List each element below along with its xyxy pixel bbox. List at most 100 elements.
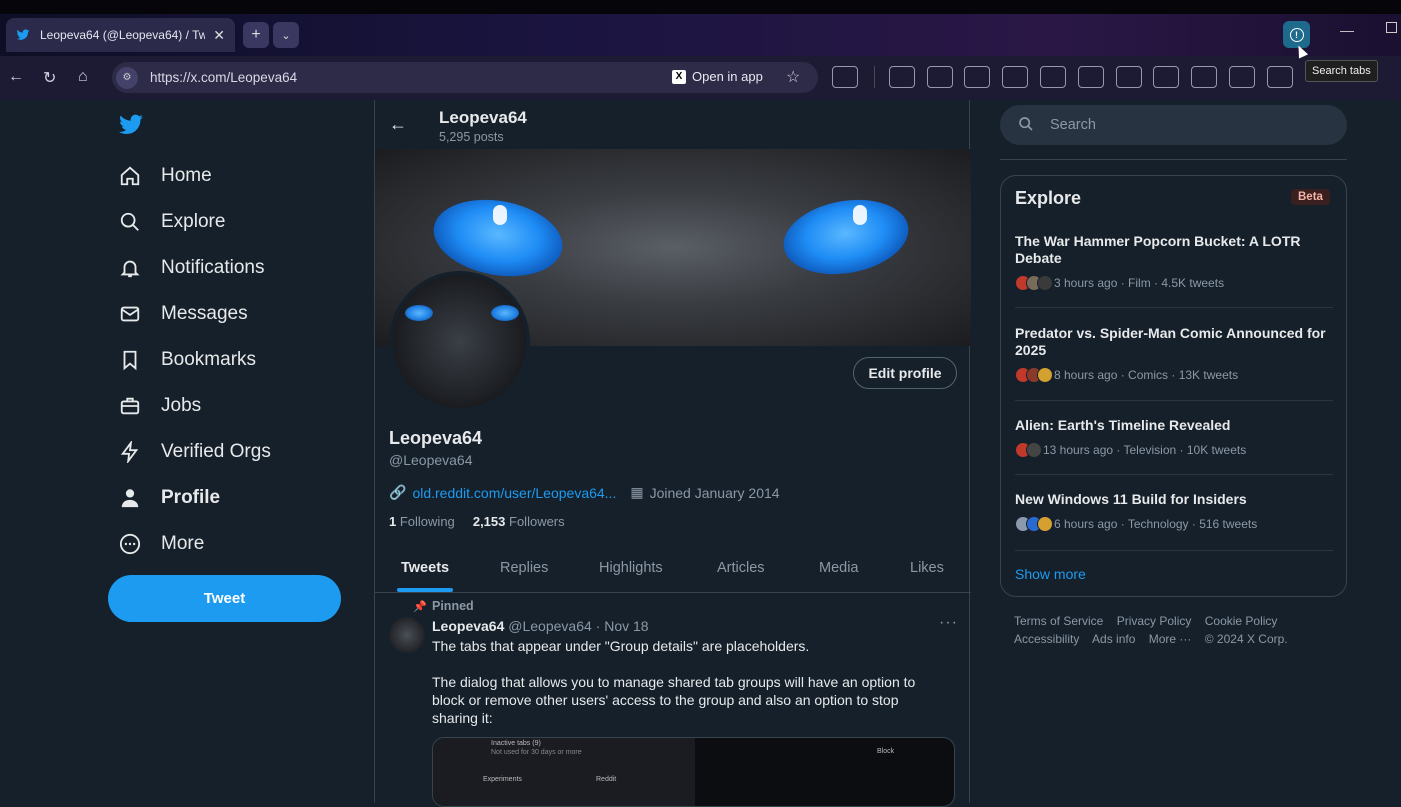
home-button-icon[interactable]: ⌂	[78, 68, 88, 86]
tab-close-icon[interactable]: ✕	[213, 27, 225, 44]
bell-icon	[118, 256, 142, 280]
browser-tab[interactable]: Leopeva64 (@Leopeva64) / Tw ✕	[6, 18, 235, 52]
extensions-icon[interactable]	[832, 66, 858, 88]
new-tab-button[interactable]: +	[243, 22, 269, 48]
tab-replies[interactable]: Replies	[500, 560, 548, 576]
trash-icon[interactable]	[1077, 66, 1104, 88]
trend-item[interactable]: The War Hammer Popcorn Bucket: A LOTR De…	[1015, 233, 1333, 291]
search-icon	[118, 210, 142, 234]
open-in-app-button[interactable]: X Open in app	[672, 69, 763, 84]
site-settings-icon[interactable]: ⚙	[116, 66, 138, 89]
search-input[interactable]	[1050, 117, 1310, 133]
twitter-logo-icon[interactable]	[116, 112, 146, 138]
trend-avatars	[1015, 367, 1053, 383]
tweet-header: Leopeva64 @Leopeva64 · Nov 18	[432, 618, 649, 634]
footer-link[interactable]: Ads info	[1092, 632, 1135, 646]
trend-avatars	[1015, 275, 1053, 291]
followers-count[interactable]: 2,153	[473, 514, 506, 529]
reading-list-icon[interactable]	[964, 66, 991, 88]
profile-avatar[interactable]	[389, 271, 530, 412]
favorite-star-icon[interactable]: ☆	[786, 67, 800, 87]
avatar-eye-left	[405, 305, 433, 321]
following-label[interactable]: Following	[400, 514, 455, 529]
sidebar-item-verified-orgs[interactable]: Verified Orgs	[118, 432, 271, 472]
tweet-line-1: The tabs that appear under "Group detail…	[432, 638, 810, 654]
favorites-icon[interactable]	[1039, 66, 1066, 88]
minimize-button[interactable]: —	[1340, 22, 1354, 38]
media-text: Not used for 30 days or more	[491, 749, 582, 756]
footer-link[interactable]: Accessibility	[1014, 632, 1079, 646]
trend-avatars	[1015, 516, 1053, 532]
sidebar-item-home[interactable]: Home	[118, 156, 212, 196]
sidebar-item-more[interactable]: More	[118, 524, 204, 564]
trend-meta: 3 hours ago · Film · 4.5K tweets	[1054, 276, 1225, 290]
sidebar-item-notifications[interactable]: Notifications	[118, 248, 265, 288]
banner-eye-right	[777, 190, 915, 284]
briefcase-icon	[118, 394, 142, 418]
profile-meta: 🔗 old.reddit.com/user/Leopeva64... ▦ Joi…	[389, 484, 780, 501]
sidebar-item-label: Verified Orgs	[161, 441, 271, 462]
maximize-button[interactable]	[1386, 22, 1397, 33]
tweet-author[interactable]: Leopeva64	[432, 618, 504, 634]
tab-articles[interactable]: Articles	[717, 560, 765, 576]
history-icon[interactable]	[1002, 66, 1029, 88]
address-bar[interactable]: ⚙ https://x.com/Leopeva64 X Open in app ☆	[112, 62, 818, 93]
search-box[interactable]	[1000, 105, 1347, 145]
calendar-icon: ▦	[630, 484, 644, 500]
tweet-button[interactable]: Tweet	[108, 575, 341, 622]
tab-highlights[interactable]: Highlights	[599, 560, 663, 576]
info-icon: !	[1289, 27, 1304, 42]
divider	[1015, 400, 1333, 401]
trend-item[interactable]: Predator vs. Spider-Man Comic Announced …	[1015, 325, 1333, 383]
bookmark-icon	[118, 348, 142, 372]
tweet-more-icon[interactable]: ···	[939, 614, 958, 632]
left-sidebar: Home Explore Notifications Messages Book…	[108, 100, 373, 803]
search-tabs-button[interactable]: !	[1283, 21, 1310, 48]
trend-item[interactable]: New Windows 11 Build for Insiders 6 hour…	[1015, 491, 1333, 532]
show-more-link[interactable]: Show more	[1015, 566, 1086, 582]
tab-tweets[interactable]: Tweets	[401, 560, 449, 576]
footer-link[interactable]: More ···	[1149, 632, 1192, 646]
more-circle-icon	[118, 532, 142, 556]
sidebar-item-label: Jobs	[161, 395, 202, 416]
sidebar-item-jobs[interactable]: Jobs	[118, 386, 201, 426]
trend-avatars	[1015, 442, 1042, 458]
sidebar-item-bookmarks[interactable]: Bookmarks	[118, 340, 256, 380]
reload-icon[interactable]: ↻	[43, 68, 56, 88]
pinned-label: Pinned	[432, 599, 474, 613]
tab-media[interactable]: Media	[819, 560, 859, 576]
reader-icon[interactable]	[926, 66, 953, 88]
tweet-avatar[interactable]	[389, 617, 425, 653]
back-arrow-icon[interactable]: ←	[8, 68, 24, 86]
tab-actions-icon[interactable]	[1153, 66, 1180, 88]
banner-eye-glint	[853, 205, 867, 225]
profile-link[interactable]: old.reddit.com/user/Leopeva64...	[412, 485, 616, 501]
tweet-handle-date[interactable]: @Leopeva64 · Nov 18	[508, 618, 648, 634]
tab-likes[interactable]: Likes	[910, 560, 944, 576]
trend-item[interactable]: Alien: Earth's Timeline Revealed 13 hour…	[1015, 417, 1333, 458]
back-arrow-icon[interactable]: ←	[389, 114, 407, 135]
avatar-eye-right	[491, 305, 519, 321]
screenshot-icon[interactable]	[888, 66, 915, 88]
sidebar-item-profile[interactable]: Profile	[118, 478, 220, 518]
followers-label[interactable]: Followers	[509, 514, 565, 529]
games-icon[interactable]	[1228, 66, 1255, 88]
translate-icon[interactable]	[1115, 66, 1142, 88]
edit-profile-button[interactable]: Edit profile	[853, 357, 957, 389]
apps-icon[interactable]	[1191, 66, 1218, 88]
sidebar-item-messages[interactable]: Messages	[118, 294, 248, 334]
trend-headline: Predator vs. Spider-Man Comic Announced …	[1015, 325, 1326, 358]
active-tab-indicator	[397, 588, 453, 592]
footer-link[interactable]: Privacy Policy	[1117, 614, 1192, 628]
footer-link[interactable]: Cookie Policy	[1205, 614, 1278, 628]
passwords-icon[interactable]	[1266, 66, 1293, 88]
tab-title: Leopeva64 (@Leopeva64) / Tw	[40, 28, 205, 42]
toolbar-divider	[873, 66, 875, 88]
sidebar-item-explore[interactable]: Explore	[118, 202, 225, 242]
tweet-media[interactable]: Inactive tabs (9) Not used for 30 days o…	[432, 737, 955, 807]
following-count[interactable]: 1	[389, 514, 396, 529]
tab-list-button[interactable]: ⌄	[273, 22, 299, 48]
person-icon	[118, 486, 142, 510]
footer-link[interactable]: Terms of Service	[1014, 614, 1103, 628]
url-text[interactable]: https://x.com/Leopeva64	[150, 70, 297, 85]
